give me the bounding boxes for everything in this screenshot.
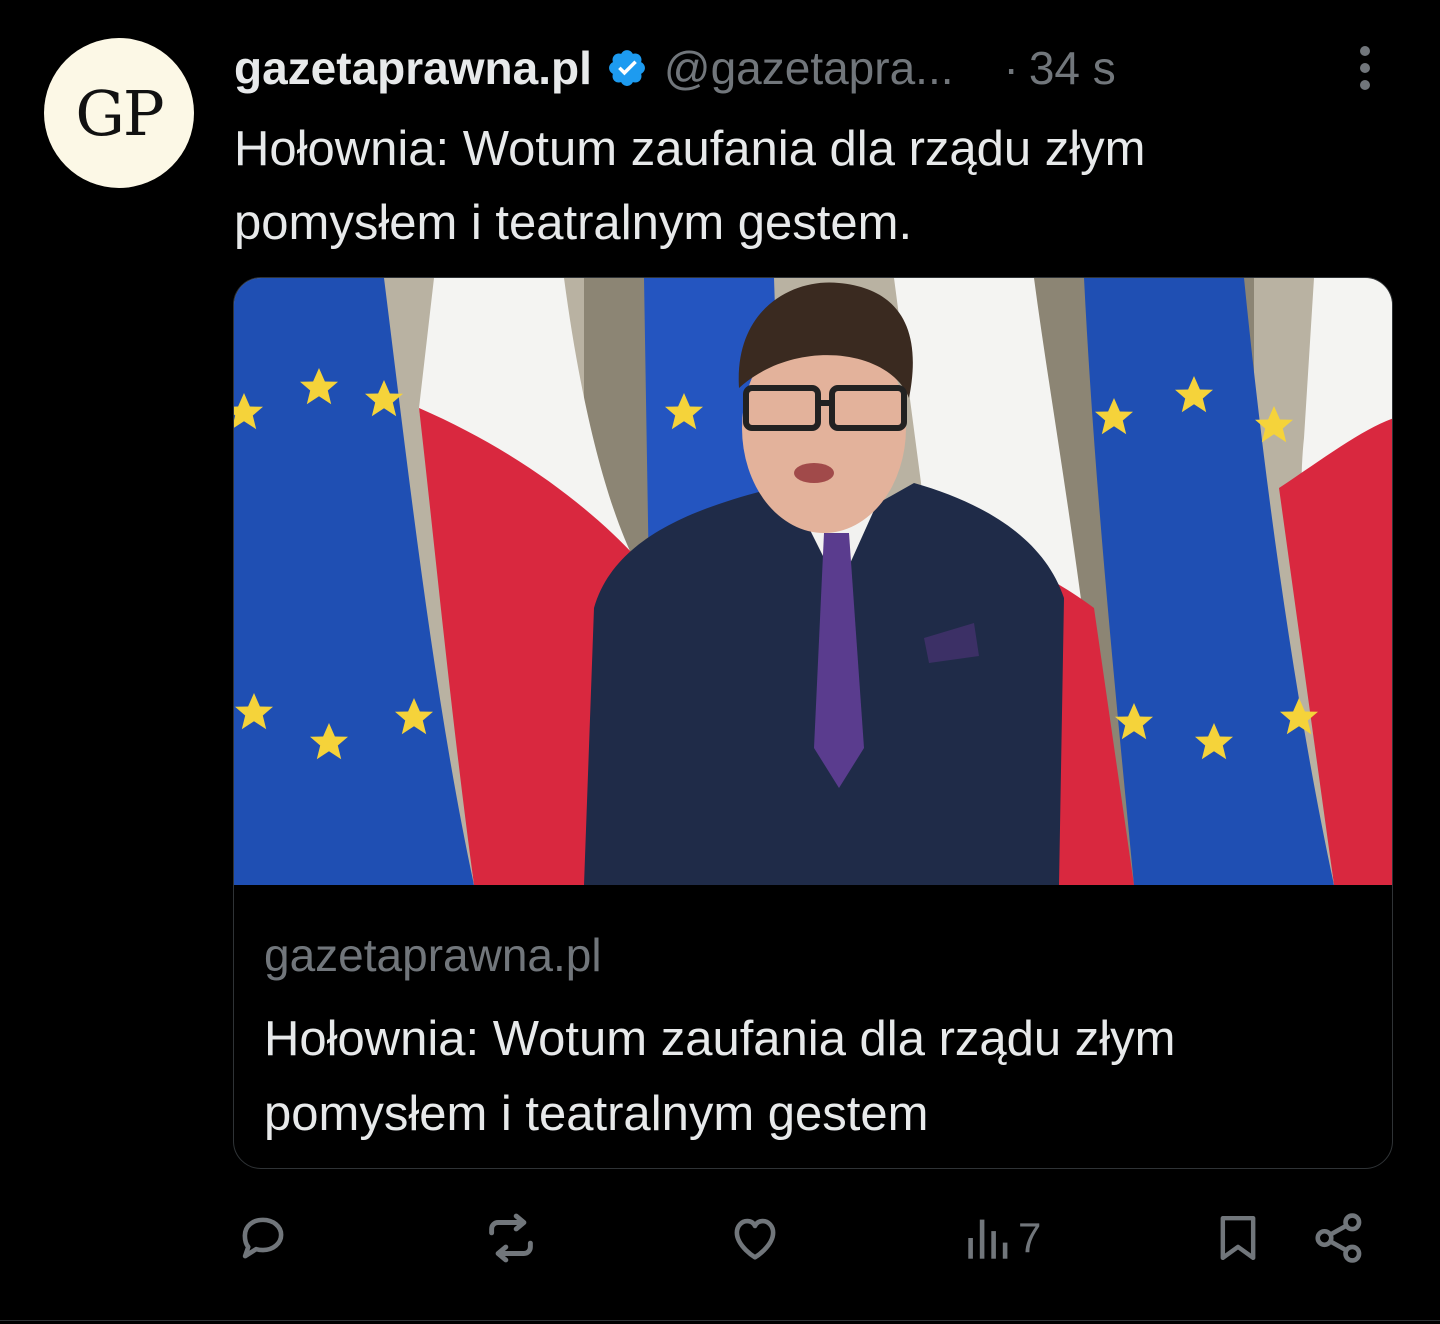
like-icon [734, 1218, 776, 1260]
views-button[interactable]: 7 [966, 1206, 1041, 1270]
avatar[interactable]: GP [44, 38, 194, 188]
link-card[interactable]: gazetaprawna.pl Hołownia: Wotum zaufania… [233, 277, 1393, 1169]
more-icon[interactable] [1340, 40, 1390, 96]
card-image [234, 278, 1392, 885]
reply-button[interactable] [234, 1206, 292, 1270]
reply-icon [242, 1217, 284, 1259]
verified-badge-icon[interactable] [606, 47, 648, 89]
like-button[interactable] [726, 1206, 784, 1270]
share-button[interactable] [1310, 1206, 1368, 1270]
avatar-initials: GP [75, 76, 164, 150]
tweet-text: Hołownia: Wotum zaufania dla rządu złym … [234, 122, 1146, 250]
views-count: 7 [1018, 1214, 1042, 1261]
share-icon [1315, 1213, 1362, 1263]
timestamp[interactable]: 34 s [1029, 41, 1116, 95]
views-icon [968, 1219, 1008, 1259]
separator-dot: · [1003, 42, 1019, 94]
bookmark-icon [1220, 1215, 1256, 1261]
author-name[interactable]: gazetaprawna.pl [234, 41, 592, 95]
card-title: Hołownia: Wotum zaufania dla rządu złym … [264, 1012, 1176, 1141]
tweet-header: gazetaprawna.pl @gazetapra... · 34 s [234, 36, 1384, 100]
author-handle[interactable]: @gazetapra... [664, 41, 954, 95]
bookmark-button[interactable] [1210, 1206, 1266, 1270]
card-domain: gazetaprawna.pl [264, 929, 602, 981]
repost-icon [489, 1213, 533, 1263]
divider [0, 1320, 1440, 1321]
repost-button[interactable] [480, 1206, 542, 1270]
